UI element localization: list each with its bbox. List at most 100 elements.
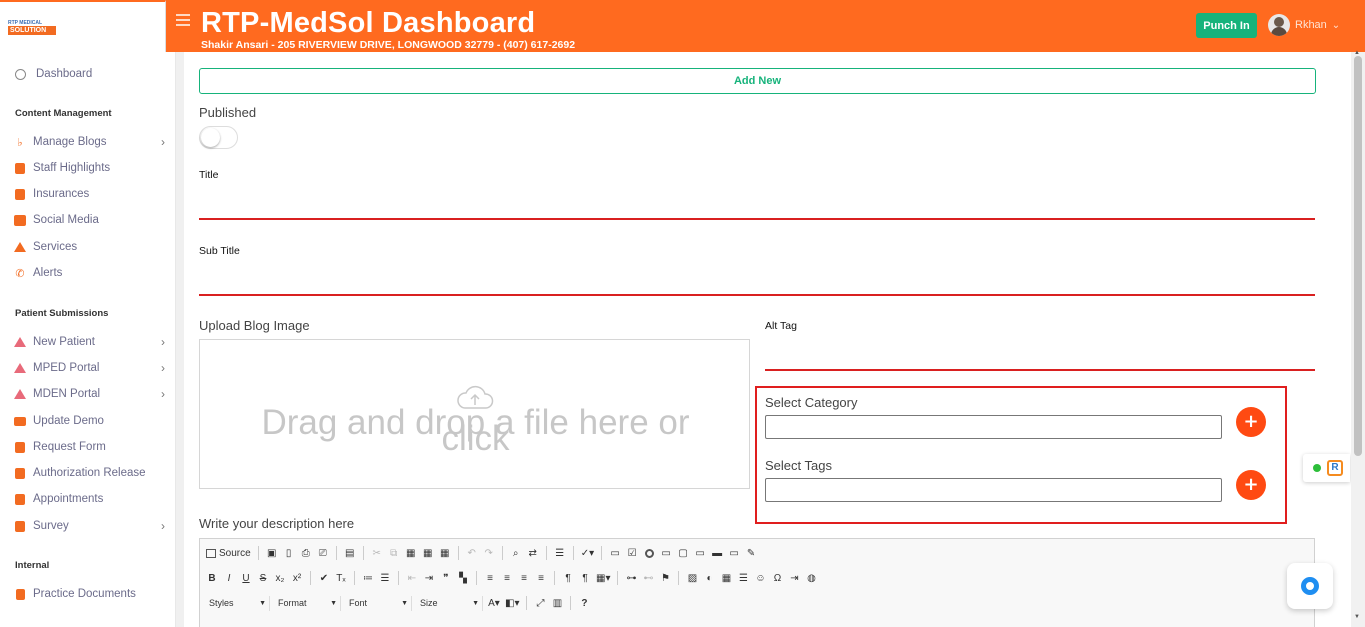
outdent-icon[interactable]: ⇤ [406,571,418,585]
spellcheck-icon[interactable]: ✓▾ [581,546,594,560]
remove-format-icon[interactable]: Tₓ [335,571,347,585]
superscript-icon[interactable]: x² [291,571,303,585]
sidebar-item-appointments[interactable]: Appointments [13,491,165,507]
replace-icon[interactable]: ⇄ [527,546,539,560]
hidden-field-icon[interactable]: ✎ [745,546,757,560]
font-dropdown[interactable]: Font ▼ [346,595,412,611]
help-icon[interactable]: ? [578,596,590,610]
chat-status-widget[interactable]: R [1303,454,1350,482]
sidebar-item-authorization-release[interactable]: Authorization Release [13,465,165,481]
image-button-icon[interactable]: ▭ [728,546,740,560]
scrollbar-thumb[interactable] [1354,56,1362,456]
sidebar-item-insurances[interactable]: Insurances [13,186,165,202]
textarea-icon[interactable]: ▢ [677,546,689,560]
sidebar-item-social-media[interactable]: Social Media [13,212,165,228]
format-dropdown[interactable]: Format ▼ [275,595,341,611]
sidebar-item-new-patient[interactable]: New Patient › [13,334,165,350]
special-char-icon[interactable]: Ω [771,571,783,585]
new-page-icon[interactable]: ▯ [283,546,295,560]
anchor-icon[interactable]: ⚑ [659,571,671,585]
sidebar-item-manage-blogs[interactable]: ♭ Manage Blogs › [13,134,165,150]
indent-icon[interactable]: ⇥ [423,571,435,585]
user-menu[interactable]: Rkhan ⌄ [1268,14,1340,36]
ltr-icon[interactable]: ¶ [562,571,574,585]
source-button[interactable]: Source [206,546,251,560]
underline-icon[interactable]: U [240,571,252,585]
copy-format-icon[interactable]: ✔ [318,571,330,585]
align-right-icon[interactable]: ≡ [518,571,530,585]
paste-word-icon[interactable]: ▦ [439,546,451,560]
sidebar-item-survey[interactable]: Survey › [13,518,165,534]
radio-icon[interactable] [643,546,655,560]
language-icon[interactable]: ▦▾ [596,571,610,585]
sidebar-item-alerts[interactable]: ✆ Alerts [13,265,165,281]
sidebar-item-services[interactable]: Services [13,239,165,255]
image-icon[interactable]: ▨ [686,571,698,585]
form-icon[interactable]: ▭ [609,546,621,560]
add-new-button[interactable]: Add New [199,68,1316,94]
checkbox-icon[interactable]: ☑ [626,546,638,560]
paste-text-icon[interactable]: ▦ [422,546,434,560]
sidebar-item-staff-highlights[interactable]: Staff Highlights [13,160,165,176]
find-icon[interactable]: ⌕ [510,546,522,560]
div-container-icon[interactable]: ▚ [457,571,469,585]
sidebar-item-update-demo[interactable]: Update Demo [13,413,165,429]
textfield-icon[interactable]: ▭ [660,546,672,560]
subtitle-input[interactable] [199,294,1315,296]
sidebar-item-mden-portal[interactable]: MDEN Portal › [13,386,165,402]
add-category-button[interactable]: + [1236,407,1266,437]
sidebar-item-dashboard[interactable]: Dashboard [13,66,165,82]
bold-icon[interactable]: B [206,571,218,585]
table-icon[interactable]: ▦ [720,571,732,585]
select-field-icon[interactable]: ▭ [694,546,706,560]
punch-in-button[interactable]: Punch In [1196,13,1257,38]
horizontal-line-icon[interactable]: ☰ [737,571,749,585]
redo-icon[interactable]: ↷ [483,546,495,560]
add-tag-button[interactable]: + [1236,470,1266,500]
preview-icon[interactable]: ⎙ [300,546,312,560]
blockquote-icon[interactable]: ❞ [440,571,452,585]
save-icon[interactable]: ▣ [266,546,278,560]
strike-icon[interactable]: S [257,571,269,585]
link-icon[interactable]: ⊶ [625,571,637,585]
align-center-icon[interactable]: ≡ [501,571,513,585]
smiley-icon[interactable]: ☺ [754,571,766,585]
scroll-down-icon[interactable]: ▼ [1354,614,1360,620]
alt-tag-input[interactable] [765,369,1315,371]
bg-color-icon[interactable]: ◧▾ [505,596,519,610]
bullet-list-icon[interactable]: ☰ [379,571,391,585]
sidebar-item-practice-documents[interactable]: Practice Documents [13,586,165,602]
undo-icon[interactable]: ↶ [466,546,478,560]
button-field-icon[interactable]: ▬ [711,546,723,560]
cut-icon[interactable]: ✂ [371,546,383,560]
italic-icon[interactable]: I [223,571,235,585]
menu-toggle-icon[interactable] [176,14,190,26]
styles-dropdown[interactable]: Styles ▼ [206,595,270,611]
numbered-list-icon[interactable]: ≔ [362,571,374,585]
page-scrollbar[interactable]: ▲ ▼ [1351,50,1365,627]
iframe-icon[interactable]: ◍ [805,571,817,585]
paste-icon[interactable]: ▦ [405,546,417,560]
align-left-icon[interactable]: ≡ [484,571,496,585]
flash-icon[interactable]: ◐ [703,571,715,585]
size-dropdown[interactable]: Size ▼ [417,595,483,611]
print-icon[interactable]: ⎚ [317,546,329,560]
category-select[interactable] [765,415,1222,439]
image-dropzone[interactable]: Drag and drop a file here or click [199,339,750,489]
published-toggle[interactable] [199,126,238,149]
text-color-icon[interactable]: A▾ [488,596,500,610]
unlink-icon[interactable]: ⊷ [642,571,654,585]
tags-select[interactable] [765,478,1222,502]
justify-icon[interactable]: ≡ [535,571,547,585]
logo-area[interactable]: RTP MEDICAL SOLUTION [0,0,166,52]
copy-icon[interactable]: ⧉ [388,546,400,560]
templates-icon[interactable]: ▤ [344,546,356,560]
show-blocks-icon[interactable]: ▥ [551,596,563,610]
support-widget[interactable] [1287,563,1333,609]
rtl-icon[interactable]: ¶ [579,571,591,585]
sidebar-item-mped-portal[interactable]: MPED Portal › [13,360,165,376]
sidebar-item-request-form[interactable]: Request Form [13,439,165,455]
subscript-icon[interactable]: x₂ [274,571,286,585]
title-input[interactable] [199,218,1315,220]
maximize-icon[interactable]: ⤢ [534,596,546,610]
